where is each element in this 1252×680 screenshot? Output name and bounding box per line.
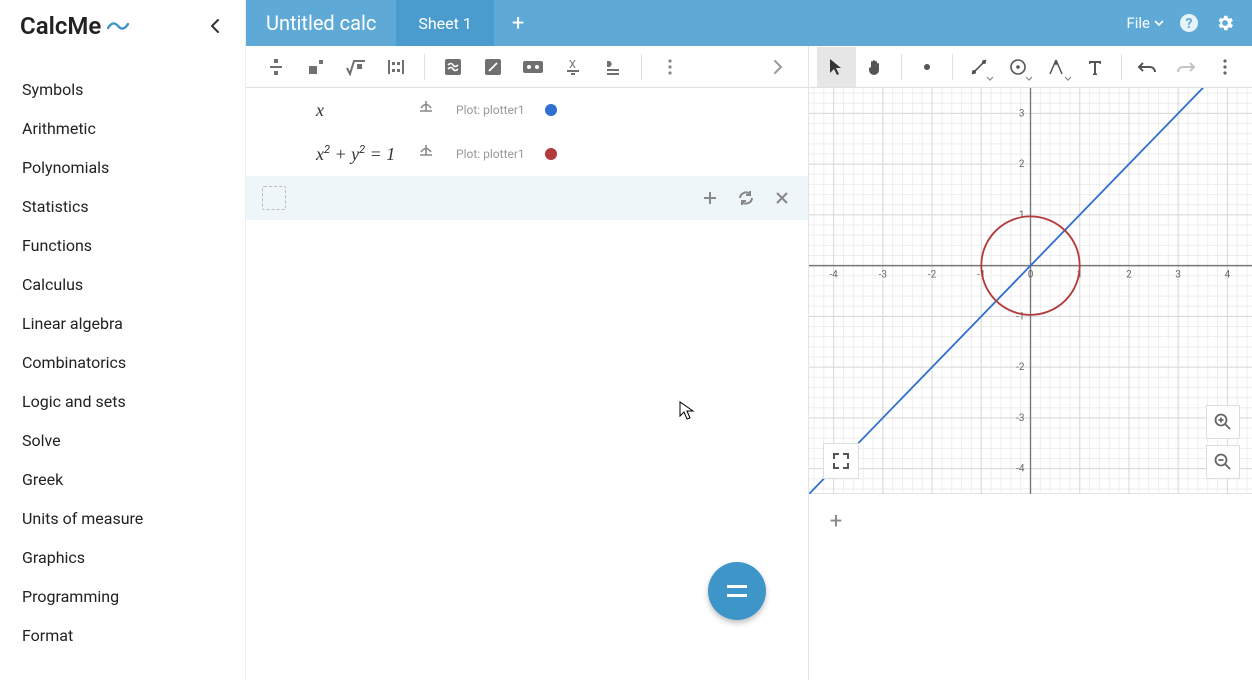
plot-icon[interactable] (416, 143, 436, 165)
series-color-dot (545, 104, 557, 116)
sheet-toolbar-expand-button[interactable] (758, 47, 798, 87)
sidebar-item-solve[interactable]: Solve (0, 421, 245, 460)
chevron-down-icon (1154, 20, 1164, 26)
expression-rows: x Plot: plotter1 x2 + y2 = 1 Plot: plotter1 (246, 88, 808, 680)
expression-row[interactable]: x2 + y2 = 1 Plot: plotter1 (246, 132, 808, 176)
svg-text:0: 0 (1028, 270, 1034, 281)
expression: x (316, 100, 396, 121)
svg-text:?: ? (1186, 16, 1193, 32)
app-logo-wave-icon (107, 19, 129, 33)
cell-placeholder (262, 186, 286, 210)
svg-text:-2: -2 (1016, 362, 1025, 373)
add-plotter-button[interactable]: + (823, 508, 849, 534)
pointer-tool[interactable] (817, 47, 856, 87)
sheet-toolbar-more-button[interactable] (650, 47, 690, 87)
svg-text:-4: -4 (1016, 464, 1025, 475)
expression-row[interactable]: x Plot: plotter1 (246, 88, 808, 132)
sidebar-item-graphics[interactable]: Graphics (0, 538, 245, 577)
svg-text:-2: -2 (928, 270, 937, 281)
plotter-more-button[interactable] (1205, 47, 1244, 87)
construction-tool[interactable] (1037, 47, 1076, 87)
undo-button[interactable] (1128, 47, 1167, 87)
series-color-dot (545, 148, 557, 160)
file-menu-label: File (1126, 14, 1150, 32)
chevron-down-icon (986, 76, 994, 81)
chevron-down-icon (1025, 76, 1033, 81)
sidebar-item-statistics[interactable]: Statistics (0, 187, 245, 226)
sidebar: CalcMe SymbolsArithmeticPolynomialsStati… (0, 0, 246, 680)
hand-tool[interactable] (856, 47, 895, 87)
svg-text:2: 2 (1126, 270, 1132, 281)
app-logo-text: CalcMe (20, 12, 101, 40)
titlebar: Untitled calc Sheet 1 + File ? (246, 0, 1252, 46)
circle-tool[interactable] (998, 47, 1037, 87)
row-refresh-button[interactable] (736, 188, 756, 208)
redo-button[interactable] (1166, 47, 1205, 87)
text-tool[interactable] (1076, 47, 1115, 87)
calculate-fab[interactable] (708, 562, 766, 620)
sidebar-item-arithmetic[interactable]: Arithmetic (0, 109, 245, 148)
svg-text:3: 3 (1175, 270, 1181, 281)
chevron-down-icon (1064, 76, 1072, 81)
graph-area[interactable]: -4-3-2-101234-4-3-2-1123 (809, 88, 1252, 494)
exponent-button[interactable] (296, 47, 336, 87)
sheet-tab-label: Sheet 1 (418, 14, 471, 33)
sidebar-list: SymbolsArithmeticPolynomialsStatisticsFu… (0, 50, 245, 655)
sidebar-item-polynomials[interactable]: Polynomials (0, 148, 245, 187)
zoom-in-button[interactable] (1206, 405, 1240, 439)
plotter-toolbar (809, 46, 1252, 88)
matrix-button[interactable] (376, 47, 416, 87)
app-logo: CalcMe (20, 12, 129, 40)
svg-text:2: 2 (1019, 159, 1025, 170)
svg-text:-3: -3 (1016, 413, 1024, 424)
sidebar-item-greek[interactable]: Greek (0, 460, 245, 499)
sidebar-collapse-button[interactable] (203, 14, 227, 38)
subscript-x-button[interactable]: X (553, 47, 593, 87)
plot-label: Plot: plotter1 (456, 147, 525, 161)
point-tool[interactable] (908, 47, 947, 87)
svg-text:3: 3 (1019, 108, 1025, 119)
file-menu[interactable]: File (1126, 14, 1164, 32)
expression-row-empty[interactable] (246, 176, 808, 220)
svg-text:X: X (569, 58, 576, 71)
sidebar-item-combinatorics[interactable]: Combinatorics (0, 343, 245, 382)
row-add-button[interactable] (700, 188, 720, 208)
not-equal-button[interactable] (473, 47, 513, 87)
svg-text:1: 1 (1019, 210, 1025, 221)
main: Untitled calc Sheet 1 + File ? (246, 0, 1252, 680)
sidebar-item-programming[interactable]: Programming (0, 577, 245, 616)
line-tool[interactable] (959, 47, 998, 87)
sidebar-item-symbols[interactable]: Symbols (0, 70, 245, 109)
sheet-toolbar: X (246, 46, 808, 88)
sheet-tab[interactable]: Sheet 1 (396, 0, 493, 46)
svg-text:-3: -3 (879, 270, 887, 281)
svg-text:-4: -4 (829, 270, 838, 281)
approx-equal-button[interactable] (433, 47, 473, 87)
row-delete-button[interactable] (772, 188, 792, 208)
sheet-column: X x Plot: plotter1 x2 + y2 = 1 Plot: plotte… (246, 46, 809, 680)
sidebar-item-calculus[interactable]: Calculus (0, 265, 245, 304)
sidebar-item-linear-algebra[interactable]: Linear algebra (0, 304, 245, 343)
sidebar-item-format[interactable]: Format (0, 616, 245, 655)
graph-fullscreen-button[interactable] (823, 443, 859, 479)
add-sheet-button[interactable]: + (494, 0, 542, 46)
help-button[interactable]: ? (1178, 12, 1200, 34)
sidebar-item-logic-and-sets[interactable]: Logic and sets (0, 382, 245, 421)
interval-button[interactable] (513, 47, 553, 87)
doc-title[interactable]: Untitled calc (246, 0, 396, 46)
plotter-column: -4-3-2-101234-4-3-2-1123 + (809, 46, 1252, 680)
list-button[interactable] (593, 47, 633, 87)
plot-icon[interactable] (416, 99, 436, 121)
fraction-button[interactable] (256, 47, 296, 87)
sidebar-item-functions[interactable]: Functions (0, 226, 245, 265)
plot-label: Plot: plotter1 (456, 103, 525, 117)
zoom-out-button[interactable] (1206, 445, 1240, 479)
sqrt-button[interactable] (336, 47, 376, 87)
svg-text:4: 4 (1225, 270, 1231, 281)
sidebar-item-units-of-measure[interactable]: Units of measure (0, 499, 245, 538)
expression: x2 + y2 = 1 (316, 143, 396, 165)
settings-button[interactable] (1214, 12, 1236, 34)
